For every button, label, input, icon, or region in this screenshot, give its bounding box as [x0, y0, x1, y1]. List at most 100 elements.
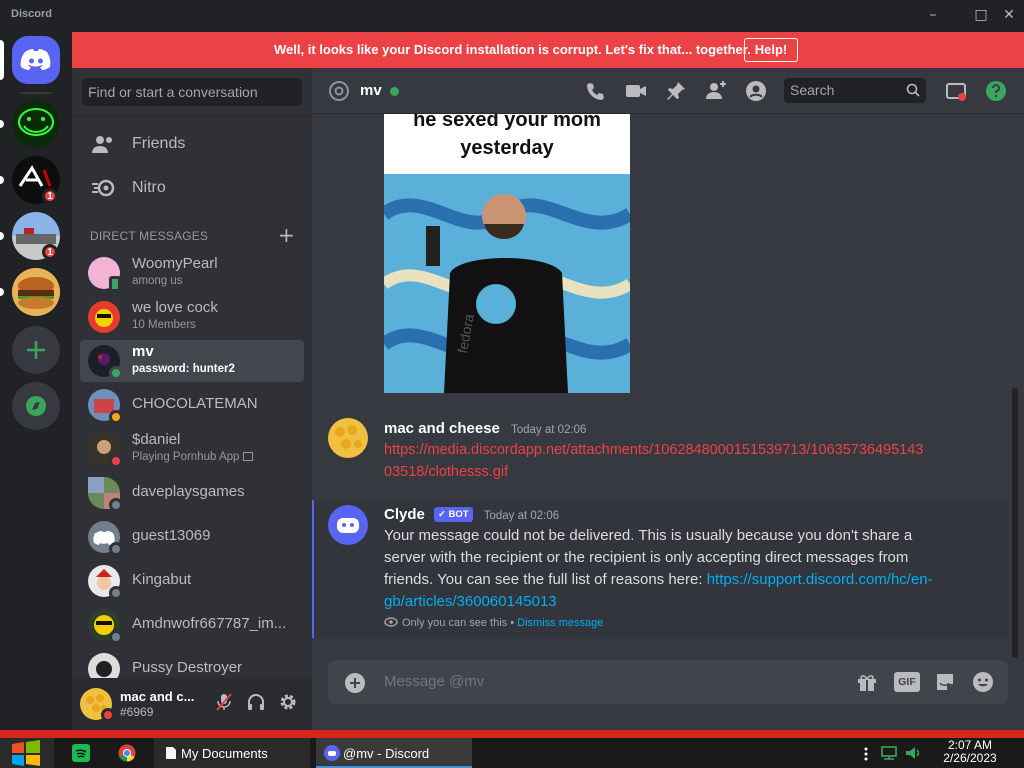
search-icon	[906, 83, 920, 97]
dm-item[interactable]: daveplaysgames	[80, 472, 304, 514]
inbox-icon[interactable]	[944, 79, 968, 103]
more-icon[interactable]	[862, 746, 870, 762]
support-link[interactable]: https://support.discord.com/hc/en-	[707, 571, 933, 588]
create-dm-button[interactable]: +	[278, 223, 295, 247]
window-title: Discord	[11, 8, 52, 20]
meme-image[interactable]: he sexed your mom yesterday fedora	[384, 114, 630, 393]
unread-pill	[0, 120, 4, 128]
discord-icon	[324, 745, 340, 761]
chrome-taskbar-button[interactable]	[110, 738, 146, 768]
nav-label: Friends	[132, 135, 186, 152]
find-conversation-input[interactable]: Find or start a conversation	[82, 78, 302, 106]
message-line: friends. You can see the full list of re…	[384, 569, 1004, 591]
message-composer[interactable]: Message @mv GIF	[328, 660, 1008, 704]
help-button[interactable]: Help!	[744, 38, 798, 62]
offline-status	[109, 542, 123, 556]
at-sign-icon	[329, 81, 349, 101]
bot-tag: ✓ BOT	[433, 507, 473, 522]
message-timestamp: Today at 02:06	[483, 510, 560, 522]
close-button[interactable]: ✕	[1000, 6, 1018, 24]
support-link[interactable]: gb/articles/360060145013	[384, 591, 1004, 613]
dm-item[interactable]: we love cock 10 Members	[80, 296, 304, 338]
server-trollface[interactable]	[12, 100, 60, 148]
headphones-icon[interactable]	[246, 692, 266, 712]
nav-friends[interactable]: Friends	[80, 123, 304, 165]
gear-icon[interactable]	[278, 692, 298, 712]
mention-badge: 1	[42, 188, 58, 204]
dm-item[interactable]: Amdnwofr667787_im...	[80, 604, 304, 646]
help-icon[interactable]	[984, 79, 1008, 103]
taskbar-item-discord[interactable]: @mv - Discord	[316, 738, 472, 768]
dm-item[interactable]: CHOCOLATEMAN	[80, 384, 304, 426]
channel-name: mv	[360, 82, 382, 99]
clyde-avatar[interactable]	[328, 505, 368, 545]
taskbar-label: My Documents	[181, 746, 268, 761]
system-clock[interactable]: 2:07 AM 2/26/2023	[930, 739, 1010, 765]
sticker-icon[interactable]	[934, 671, 956, 693]
dm-item[interactable]: $daniel Playing Pornhub App	[80, 428, 304, 470]
minimize-button[interactable]: –	[924, 6, 942, 24]
offline-status	[109, 630, 123, 644]
mute-mic-icon[interactable]	[214, 692, 234, 712]
chrome-icon	[118, 744, 136, 762]
dm-name: mv	[132, 343, 154, 360]
dm-item[interactable]: WoomyPearl among us	[80, 252, 304, 294]
dm-item-selected[interactable]: mv password: hunter2	[80, 340, 304, 382]
user-panel: mac and c... #6969	[72, 678, 312, 730]
friends-icon	[92, 136, 112, 153]
nav-nitro[interactable]: Nitro	[80, 167, 304, 209]
add-friends-to-dm-icon[interactable]	[704, 79, 728, 103]
author-avatar[interactable]	[328, 418, 368, 458]
offline-status	[109, 498, 123, 512]
message-line: Your message could not be delivered. Thi…	[384, 527, 913, 544]
add-server-button[interactable]	[12, 326, 60, 374]
volume-icon[interactable]	[904, 745, 924, 761]
scrollbar[interactable]	[1012, 388, 1018, 658]
message-timestamp: Today at 02:06	[511, 424, 587, 436]
user-profile-icon[interactable]	[744, 79, 768, 103]
spotify-taskbar-button[interactable]	[66, 738, 98, 768]
network-icon[interactable]	[880, 745, 900, 761]
dm-member-count: 10 Members	[132, 319, 196, 331]
link-line: https://media.discordapp.net/attachments…	[384, 442, 924, 458]
search-input[interactable]: Search	[784, 78, 926, 103]
voice-call-icon[interactable]	[584, 79, 608, 103]
mention-badge: 1	[42, 244, 58, 260]
selected-indicator	[0, 40, 4, 80]
avatar	[88, 653, 120, 678]
windows-logo-icon	[12, 740, 40, 766]
maximize-button[interactable]: □	[972, 6, 990, 24]
gift-icon[interactable]	[856, 671, 878, 693]
title-bar: Discord – □ ✕	[0, 0, 1024, 30]
start-button[interactable]	[0, 738, 54, 768]
dm-name: Kingabut	[132, 571, 192, 588]
gif-button[interactable]: GIF	[894, 672, 920, 692]
message: mac and cheese Today at 02:06 https://me…	[384, 418, 1004, 483]
upload-plus-icon[interactable]	[344, 672, 366, 694]
pin-icon[interactable]	[664, 79, 688, 103]
dm-item[interactable]: Kingabut	[80, 560, 304, 602]
unread-pill	[0, 232, 4, 240]
unread-pill	[0, 176, 4, 184]
dismiss-message-link[interactable]: Dismiss message	[517, 617, 603, 629]
dm-item[interactable]: guest13069	[80, 516, 304, 558]
taskbar: My Documents @mv - Discord 2:07 AM 2/26/…	[0, 738, 1024, 768]
attachment-link[interactable]: https://media.discordapp.net/attachments…	[384, 439, 1004, 483]
emoji-icon[interactable]	[972, 671, 994, 693]
nav-label: Nitro	[132, 179, 166, 196]
video-call-icon[interactable]	[624, 79, 648, 103]
dm-name: daveplaysgames	[132, 483, 245, 500]
taskbar-item-my-documents[interactable]: My Documents	[154, 738, 310, 768]
nitro-icon	[92, 179, 115, 197]
dnd-status	[109, 454, 123, 468]
server-burger[interactable]	[12, 268, 60, 316]
home-button[interactable]	[12, 36, 60, 84]
activity-text: Playing Pornhub App	[132, 451, 240, 463]
message-author[interactable]: Clyde	[384, 506, 425, 523]
dm-item[interactable]: Pussy Destroyer	[80, 648, 304, 678]
clock-date: 2/26/2023	[943, 751, 997, 765]
chat-header: mv Search	[312, 68, 1024, 114]
explore-servers-button[interactable]	[12, 382, 60, 430]
guild-separator	[20, 92, 52, 94]
message-author[interactable]: mac and cheese	[384, 420, 500, 437]
